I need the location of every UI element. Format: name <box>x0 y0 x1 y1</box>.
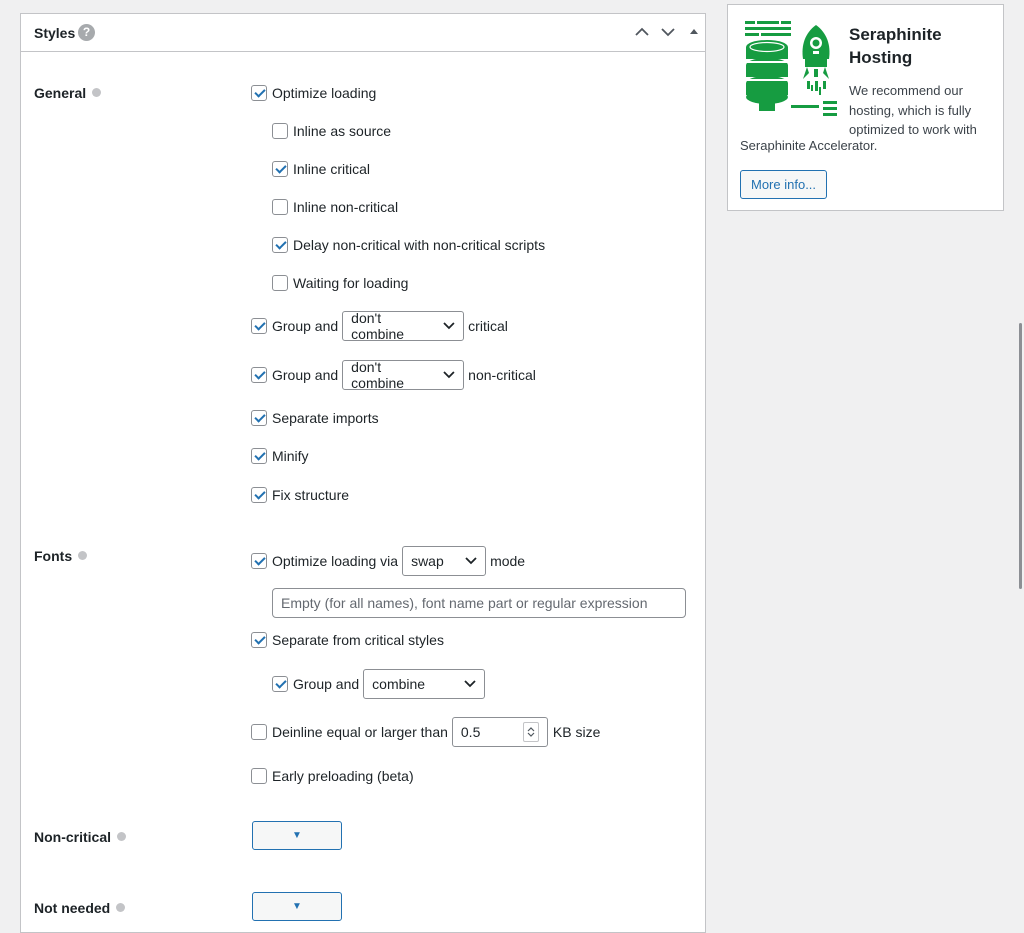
section-label-fonts: Fonts <box>34 548 88 564</box>
fix-structure-row: Fix structure <box>251 480 349 510</box>
styles-postbox: Styles ? General Fonts Non-critical Not … <box>20 13 706 933</box>
move-down-icon[interactable] <box>659 23 677 41</box>
section-label-general: General <box>34 85 102 101</box>
deinline-size-input[interactable]: 0.5 <box>451 717 548 747</box>
inline-as-source-checkbox[interactable] <box>272 123 288 139</box>
group-non-critical-select[interactable]: don't combine <box>342 359 465 391</box>
chevron-down-icon <box>443 371 455 379</box>
help-dot-icon[interactable] <box>78 551 88 560</box>
early-preloading-row: Early preloading (beta) <box>251 761 414 791</box>
optimize-loading-checkbox[interactable] <box>251 85 267 101</box>
group-critical-row: Group and don't combine critical <box>251 310 508 342</box>
page-scrollbar[interactable] <box>1019 323 1022 589</box>
deinline-checkbox[interactable] <box>251 724 267 740</box>
deinline-row: Deinline equal or larger than 0.5 KB siz… <box>251 717 600 747</box>
waiting-for-loading-checkbox[interactable] <box>272 275 288 291</box>
help-icon[interactable]: ? <box>78 24 95 41</box>
font-display-select[interactable]: swap <box>402 546 487 576</box>
spinner-icon[interactable] <box>522 722 539 742</box>
inline-critical-checkbox[interactable] <box>272 161 288 177</box>
server-rocket-icon <box>745 21 837 116</box>
chevron-down-icon <box>464 680 476 688</box>
separate-imports-row: Separate imports <box>251 403 379 433</box>
separate-critical-checkbox[interactable] <box>251 632 267 648</box>
minify-row: Minify <box>251 441 309 471</box>
triangle-down-icon: ▼ <box>292 830 302 841</box>
postbox-title: Styles <box>34 25 76 41</box>
fonts-group-row: Group and combine <box>272 669 489 699</box>
optimize-loading-row: Optimize loading <box>251 78 376 108</box>
chevron-down-icon <box>465 557 477 565</box>
promo-description-cont: Seraphinite Accelerator. <box>740 138 878 153</box>
fonts-optimize-checkbox[interactable] <box>251 553 267 569</box>
collapse-toggle-icon[interactable] <box>685 23 703 41</box>
chevron-down-icon <box>443 322 455 330</box>
delay-non-critical-checkbox[interactable] <box>272 237 288 253</box>
delay-non-critical-row: Delay non-critical with non-critical scr… <box>272 230 545 260</box>
separate-critical-row: Separate from critical styles <box>251 625 444 655</box>
minify-checkbox[interactable] <box>251 448 267 464</box>
fonts-group-select[interactable]: combine <box>363 669 486 699</box>
separate-imports-checkbox[interactable] <box>251 410 267 426</box>
inline-non-critical-row: Inline non-critical <box>272 192 398 222</box>
non-critical-dropdown-button[interactable]: ▼ <box>252 821 342 850</box>
not-needed-dropdown-button[interactable]: ▼ <box>252 892 342 921</box>
hosting-promo-box: Seraphinite Hosting We recommend our hos… <box>727 4 1004 211</box>
group-non-critical-checkbox[interactable] <box>251 367 267 383</box>
inline-as-source-row: Inline as source <box>272 116 391 146</box>
fonts-optimize-row: Optimize loading via swap mode <box>251 546 525 576</box>
group-critical-select[interactable]: don't combine <box>342 310 465 342</box>
fonts-group-checkbox[interactable] <box>272 676 288 692</box>
inline-non-critical-checkbox[interactable] <box>272 199 288 215</box>
move-up-icon[interactable] <box>633 23 651 41</box>
group-non-critical-row: Group and don't combine non-critical <box>251 359 536 391</box>
section-label-non-critical: Non-critical <box>34 829 127 845</box>
section-label-not-needed: Not needed <box>34 900 126 916</box>
font-filter-input[interactable] <box>272 588 686 618</box>
triangle-down-icon: ▼ <box>292 901 302 912</box>
help-dot-icon[interactable] <box>92 88 102 97</box>
more-info-button[interactable]: More info... <box>740 170 828 199</box>
waiting-for-loading-row: Waiting for loading <box>272 268 408 298</box>
postbox-header: Styles ? <box>21 14 705 52</box>
help-dot-icon[interactable] <box>117 832 127 841</box>
promo-title: Seraphinite Hosting <box>849 25 942 67</box>
early-preloading-checkbox[interactable] <box>251 768 267 784</box>
group-critical-checkbox[interactable] <box>251 318 267 334</box>
promo-description: We recommend our hosting, which is fully… <box>849 83 977 137</box>
help-dot-icon[interactable] <box>116 903 126 912</box>
inline-critical-row: Inline critical <box>272 154 370 184</box>
fix-structure-checkbox[interactable] <box>251 487 267 503</box>
